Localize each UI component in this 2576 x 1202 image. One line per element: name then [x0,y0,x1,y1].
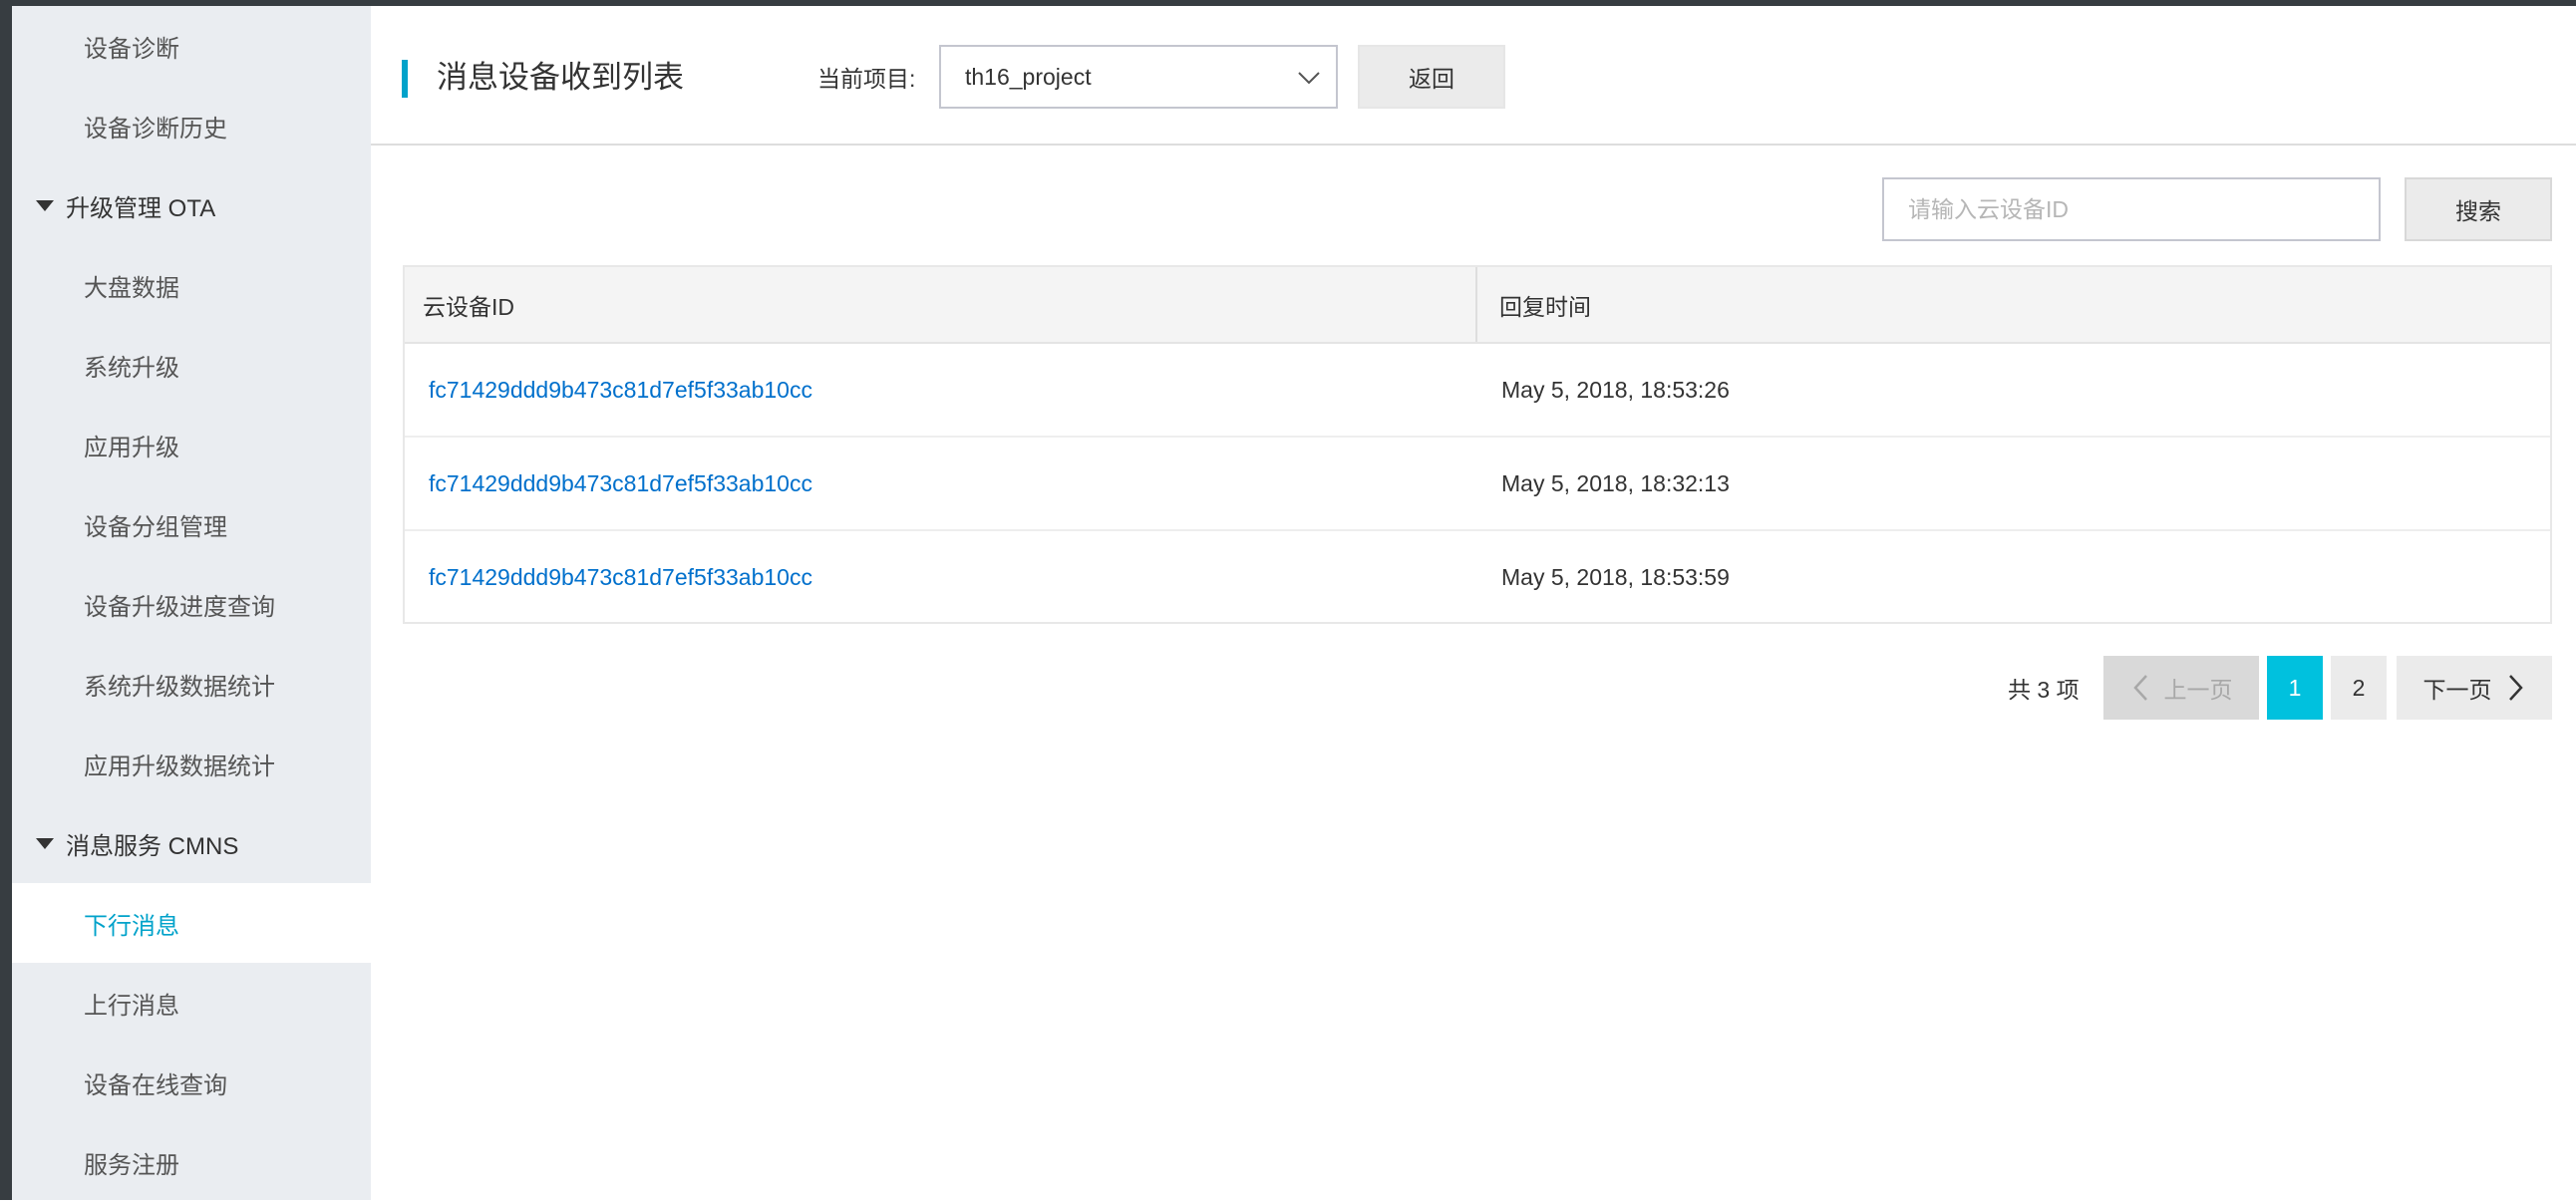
page-title: 消息设备收到列表 [437,60,684,95]
sidebar-item-diagnosis-history[interactable]: 设备诊断历史 [12,86,371,165]
table-row: fc71429ddd9b473c81d7ef5f33ab10cc May 5, … [405,531,2550,625]
left-dark-edge [0,0,12,1200]
column-header-device-id: 云设备ID [405,267,1477,342]
sidebar-group-ota[interactable]: 升级管理 OTA [12,165,371,245]
page-header: 消息设备收到列表 当前项目: th16_project 返回 [371,6,2576,146]
prev-page-button[interactable]: 上一页 [2103,656,2259,720]
device-table: 云设备ID 回复时间 fc71429ddd9b473c81d7ef5f33ab1… [403,265,2552,624]
sidebar-item-label: 应用升级数据统计 [84,752,275,780]
chevron-left-icon [2132,675,2147,701]
sidebar-item-label: 系统升级 [84,354,179,382]
sidebar-item-label: 设备诊断历史 [84,115,227,143]
sidebar-item-label: 下行消息 [84,912,179,940]
sidebar-item-dashboard-data[interactable]: 大盘数据 [12,245,371,325]
sidebar-item-label: 设备诊断 [84,35,179,63]
pagination-total: 共 3 项 [2008,677,2080,703]
search-button[interactable]: 搜索 [2405,177,2552,241]
chevron-down-icon [1298,72,1320,85]
sidebar-item-label: 应用升级 [84,434,179,461]
sidebar-item-label: 上行消息 [84,992,179,1020]
device-id-link[interactable]: fc71429ddd9b473c81d7ef5f33ab10cc [429,531,812,623]
project-select[interactable]: th16_project [939,45,1338,109]
page-1-button[interactable]: 1 [2267,656,2323,720]
device-id-link[interactable]: fc71429ddd9b473c81d7ef5f33ab10cc [429,438,812,529]
sidebar-item-device-group-management[interactable]: 设备分组管理 [12,484,371,564]
project-label: 当前项目: [817,66,916,92]
next-page-button[interactable]: 下一页 [2397,656,2552,720]
sidebar-item-upgrade-progress-query[interactable]: 设备升级进度查询 [12,564,371,644]
caret-down-icon [36,837,54,849]
sidebar-item-system-upgrade[interactable]: 系统升级 [12,325,371,405]
back-button[interactable]: 返回 [1358,45,1505,109]
sidebar-item-device-online-query[interactable]: 设备在线查询 [12,1043,371,1122]
next-page-label: 下一页 [2422,677,2492,703]
sidebar-item-app-upgrade-stats[interactable]: 应用升级数据统计 [12,724,371,803]
sidebar-item-app-upgrade[interactable]: 应用升级 [12,405,371,484]
caret-down-icon [36,199,54,211]
table-row: fc71429ddd9b473c81d7ef5f33ab10cc May 5, … [405,344,2550,438]
sidebar-item-device-diagnosis[interactable]: 设备诊断 [12,6,371,86]
sidebar: 设备诊断 设备诊断历史 升级管理 OTA 大盘数据 系统升级 应用升级 设备分组… [12,6,371,1200]
reply-time-cell: May 5, 2018, 18:53:59 [1501,563,1730,590]
sidebar-item-label: 设备在线查询 [84,1071,227,1099]
sidebar-item-label: 设备升级进度查询 [84,593,275,621]
sidebar-item-downlink-messages[interactable]: 下行消息 [12,883,371,963]
table-header: 云设备ID 回复时间 [405,267,2550,344]
search-input[interactable] [1882,177,2381,241]
sidebar-item-service-registration[interactable]: 服务注册 [12,1122,371,1202]
device-id-link[interactable]: fc71429ddd9b473c81d7ef5f33ab10cc [429,344,812,436]
sidebar-group-label: 消息服务 CMNS [66,832,239,860]
title-accent-bar [402,60,408,98]
sidebar-item-uplink-messages[interactable]: 上行消息 [12,963,371,1043]
page-2-button[interactable]: 2 [2331,656,2387,720]
sidebar-group-cmns[interactable]: 消息服务 CMNS [12,803,371,883]
sidebar-item-label: 系统升级数据统计 [84,673,275,701]
reply-time-cell: May 5, 2018, 18:53:26 [1501,376,1730,403]
sidebar-item-label: 服务注册 [84,1151,179,1179]
column-header-reply-time: 回复时间 [1499,293,1591,320]
sidebar-group-label: 升级管理 OTA [66,194,216,222]
sidebar-item-label: 设备分组管理 [84,513,227,541]
sidebar-item-system-upgrade-stats[interactable]: 系统升级数据统计 [12,644,371,724]
reply-time-cell: May 5, 2018, 18:32:13 [1501,469,1730,496]
chevron-right-icon [2508,675,2523,701]
table-row: fc71429ddd9b473c81d7ef5f33ab10cc May 5, … [405,438,2550,531]
sidebar-item-label: 大盘数据 [84,274,179,302]
prev-page-label: 上一页 [2163,677,2233,703]
project-select-value: th16_project [965,63,1092,90]
